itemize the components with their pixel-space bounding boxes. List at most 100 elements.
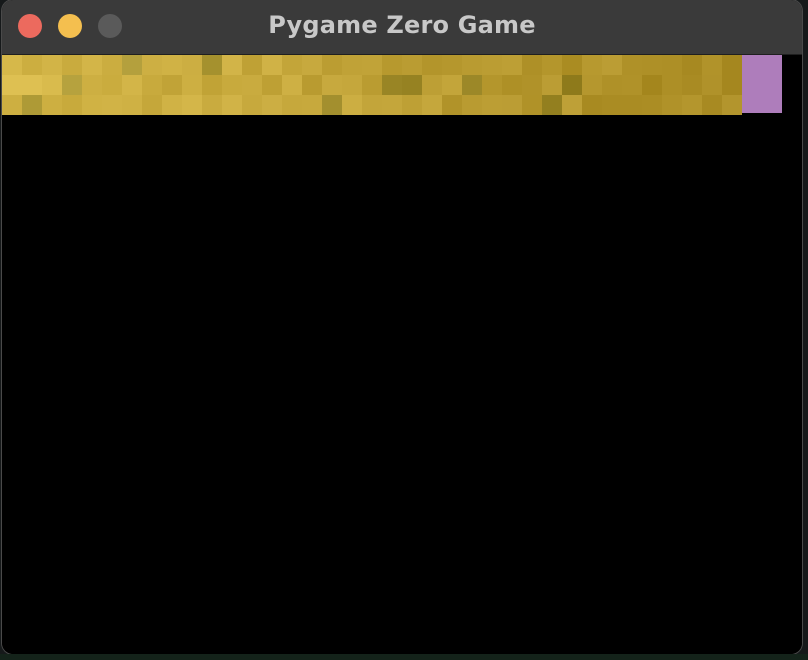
bar-pixel-cell [162,75,182,95]
bar-pixel-cell [382,55,402,75]
bar-pixel-cell [442,75,462,95]
bar-pixel-cell [82,55,102,75]
bar-pixel-cell [222,55,242,75]
bar-pixel-cell [202,55,222,75]
bar-pixel-cell [242,95,262,115]
bar-pixel-cell [582,75,602,95]
window-titlebar[interactable]: Pygame Zero Game [2,0,802,55]
bar-pixel-cell [102,75,122,95]
bar-pixel-cell [122,55,142,75]
bar-pixel-cell [282,55,302,75]
bar-pixel-cell [362,55,382,75]
bar-pixel-cell [82,95,102,115]
bar-pixel-cell [22,75,42,95]
bar-pixel-cell [502,55,522,75]
bar-pixel-cell [202,95,222,115]
bar-pixel-cell [542,55,562,75]
window-title: Pygame Zero Game [268,11,536,39]
bar-pixel-cell [422,75,442,95]
bar-pixel-cell [562,95,582,115]
bar-pixel-cell [102,95,122,115]
bar-pixel-cell [602,95,622,115]
bar-pixel-cell [522,75,542,95]
bar-pixel-cell [422,55,442,75]
bar-pixel-cell [222,75,242,95]
bar-pixel-cell [542,95,562,115]
bar-pixel-cell [522,55,542,75]
bar-pixel-cell [342,55,362,75]
bar-pixel-cell [142,95,162,115]
bar-pixel-cell [722,75,742,95]
bar-pixel-cell [62,95,82,115]
pixel-bar [2,55,742,115]
bar-pixel-cell [462,95,482,115]
bar-pixel-cell [262,75,282,95]
bar-tail-block [742,55,782,113]
bar-pixel-cell [702,75,722,95]
bar-pixel-cell [122,75,142,95]
bar-pixel-cell [322,55,342,75]
bar-pixel-cell [482,95,502,115]
bar-pixel-cell [282,75,302,95]
bar-pixel-cell [642,95,662,115]
bar-pixel-cell [2,75,22,95]
bar-pixel-cell [242,75,262,95]
bar-pixel-cell [62,55,82,75]
bar-pixel-cell [582,55,602,75]
bar-pixel-cell [142,55,162,75]
bar-pixel-cell [422,95,442,115]
bar-pixel-cell [202,75,222,95]
game-canvas[interactable] [2,55,802,654]
bar-pixel-cell [62,75,82,95]
bar-pixel-cell [402,95,422,115]
desktop-bottom-strip [0,654,808,660]
bar-pixel-cell [342,95,362,115]
bar-pixel-cell [722,95,742,115]
bar-pixel-cell [702,95,722,115]
bar-pixel-cell [42,95,62,115]
bar-pixel-cell [522,95,542,115]
bar-pixel-cell [22,95,42,115]
bar-pixel-cell [602,75,622,95]
bar-pixel-cell [602,55,622,75]
bar-pixel-cell [582,95,602,115]
bar-pixel-cell [182,75,202,95]
bar-pixel-cell [662,95,682,115]
bar-pixel-cell [702,55,722,75]
bar-pixel-cell [622,55,642,75]
bar-pixel-cell [242,55,262,75]
bar-pixel-cell [262,95,282,115]
bar-pixel-cell [682,75,702,95]
bar-pixel-cell [42,75,62,95]
bar-pixel-cell [382,75,402,95]
bar-pixel-cell [722,55,742,75]
bar-pixel-cell [282,95,302,115]
bar-pixel-cell [302,95,322,115]
bar-pixel-cell [562,75,582,95]
bar-pixel-cell [342,75,362,95]
bar-pixel-cell [642,75,662,95]
bar-pixel-cell [482,55,502,75]
bar-pixel-cell [662,75,682,95]
bar-pixel-cell [302,55,322,75]
bar-pixel-cell [382,95,402,115]
bar-pixel-cell [402,55,422,75]
bar-pixel-cell [42,55,62,75]
bar-pixel-cell [142,75,162,95]
bar-pixel-cell [162,95,182,115]
bar-pixel-cell [322,75,342,95]
bar-pixel-cell [662,55,682,75]
bar-pixel-cell [22,55,42,75]
bar-pixel-cell [622,95,642,115]
bar-pixel-cell [502,95,522,115]
bar-pixel-cell [642,55,662,75]
bar-pixel-cell [682,55,702,75]
bar-pixel-cell [182,55,202,75]
game-window[interactable]: Pygame Zero Game [2,0,802,654]
bar-pixel-cell [362,95,382,115]
bar-pixel-cell [542,75,562,95]
bar-pixel-cell [462,55,482,75]
bar-pixel-cell [102,55,122,75]
bar-pixel-cell [682,95,702,115]
bar-pixel-cell [222,95,242,115]
